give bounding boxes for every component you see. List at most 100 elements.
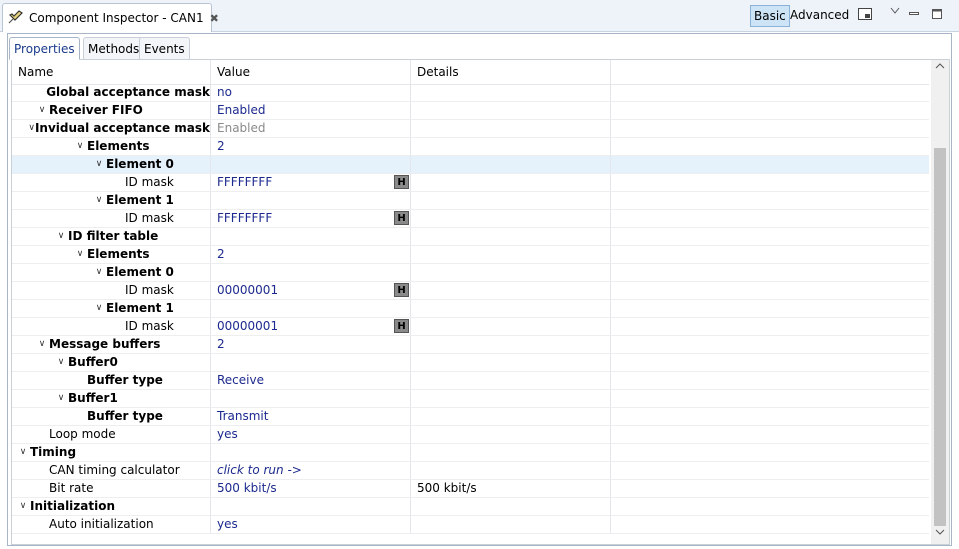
tab-methods[interactable]: Methods bbox=[83, 37, 145, 59]
column-header-name[interactable]: Name bbox=[12, 60, 211, 84]
property-name-cell[interactable]: ∨ Elements bbox=[12, 138, 211, 155]
basic-mode-button[interactable]: Basic bbox=[750, 5, 790, 27]
table-row[interactable]: ∨ Buffer0 bbox=[12, 354, 929, 372]
property-name-cell[interactable]: Buffer type bbox=[12, 408, 211, 425]
property-name-cell[interactable]: ∨ Initialization bbox=[12, 498, 211, 515]
property-name-cell[interactable]: Auto initialization bbox=[12, 516, 211, 533]
table-row[interactable]: ∨ Elements 2 bbox=[12, 138, 929, 156]
property-value-cell[interactable]: Receive bbox=[211, 372, 411, 389]
scrollbar-thumb[interactable] bbox=[934, 148, 946, 526]
table-row[interactable]: ∨ Element 0 bbox=[12, 264, 929, 282]
chevron-down-icon[interactable]: ∨ bbox=[92, 156, 106, 173]
table-row[interactable]: ∨ Initialization bbox=[12, 498, 929, 516]
layout-icon[interactable] bbox=[857, 6, 873, 22]
scroll-down-icon[interactable] bbox=[931, 528, 949, 544]
property-name-cell[interactable]: ∨ Buffer0 bbox=[12, 354, 211, 371]
property-value-cell[interactable]: yes bbox=[211, 516, 411, 533]
table-row[interactable]: ID mask 00000001 H bbox=[12, 282, 929, 300]
view-menu-icon[interactable] bbox=[887, 3, 903, 19]
property-name-cell[interactable]: ∨ Element 1 bbox=[12, 300, 211, 317]
property-value-cell[interactable]: yes bbox=[211, 426, 411, 443]
table-row[interactable]: Global acceptance mask no bbox=[12, 84, 929, 102]
property-value-cell[interactable]: Enabled bbox=[211, 102, 411, 119]
table-row[interactable]: Auto initialization yes bbox=[12, 516, 929, 534]
property-value-cell[interactable]: 2 bbox=[211, 246, 411, 263]
property-value-cell[interactable]: no bbox=[211, 84, 411, 101]
property-name-cell[interactable]: CAN timing calculator bbox=[12, 462, 211, 479]
property-name-cell[interactable]: ∨ ID filter table bbox=[12, 228, 211, 245]
chevron-down-icon[interactable]: ∨ bbox=[92, 264, 106, 281]
table-row[interactable]: ID mask FFFFFFFF H bbox=[12, 174, 929, 192]
vertical-scrollbar[interactable] bbox=[931, 60, 949, 544]
property-name-cell[interactable]: ∨ Elements bbox=[12, 246, 211, 263]
chevron-down-icon[interactable]: ∨ bbox=[73, 138, 87, 155]
chevron-down-icon[interactable]: ∨ bbox=[16, 498, 30, 515]
minimize-icon[interactable] bbox=[906, 6, 922, 22]
property-name-cell[interactable]: Global acceptance mask bbox=[12, 84, 211, 101]
chevron-down-icon[interactable]: ∨ bbox=[73, 246, 87, 263]
property-value-cell[interactable]: click to run -> bbox=[211, 462, 411, 479]
property-name-cell[interactable]: ∨ Element 0 bbox=[12, 264, 211, 281]
property-value-cell[interactable] bbox=[211, 156, 411, 173]
chevron-down-icon[interactable]: ∨ bbox=[16, 444, 30, 461]
hex-format-button[interactable]: H bbox=[394, 283, 409, 297]
chevron-down-icon[interactable]: ∨ bbox=[54, 354, 68, 371]
maximize-icon[interactable] bbox=[929, 6, 945, 22]
table-row[interactable]: Buffer type Transmit bbox=[12, 408, 929, 426]
chevron-down-icon[interactable]: ∨ bbox=[92, 192, 106, 209]
property-value-cell[interactable]: 00000001 H bbox=[211, 282, 411, 299]
chevron-down-icon[interactable]: ∨ bbox=[28, 120, 35, 137]
table-row[interactable]: ID mask 00000001 H bbox=[12, 318, 929, 336]
property-name-cell[interactable]: ID mask bbox=[12, 282, 211, 299]
table-row[interactable]: ∨ Invidual acceptance mask Enabled bbox=[12, 120, 929, 138]
view-tab-component-inspector[interactable]: Component Inspector - CAN1 ✖ bbox=[2, 3, 219, 32]
property-value-cell[interactable] bbox=[211, 228, 411, 245]
table-row[interactable]: ∨ Element 0 bbox=[12, 156, 929, 174]
property-name-cell[interactable]: Buffer type bbox=[12, 372, 211, 389]
tab-properties[interactable]: Properties bbox=[9, 37, 80, 60]
chevron-down-icon[interactable]: ∨ bbox=[92, 300, 106, 317]
property-name-cell[interactable]: ∨ Timing bbox=[12, 444, 211, 461]
hex-format-button[interactable]: H bbox=[394, 211, 409, 225]
property-name-cell[interactable]: ∨ Element 0 bbox=[12, 156, 211, 173]
table-row[interactable]: ∨ ID filter table bbox=[12, 228, 929, 246]
table-row[interactable]: ∨ Element 1 bbox=[12, 192, 929, 210]
table-row[interactable]: ∨ Timing bbox=[12, 444, 929, 462]
property-name-cell[interactable]: ID mask bbox=[12, 318, 211, 335]
property-value-cell[interactable]: Enabled bbox=[211, 120, 411, 137]
property-name-cell[interactable]: ID mask bbox=[12, 174, 211, 191]
property-value-cell[interactable]: 00000001 H bbox=[211, 318, 411, 335]
property-value-cell[interactable] bbox=[211, 444, 411, 461]
property-name-cell[interactable]: ∨ Receiver FIFO bbox=[12, 102, 211, 119]
property-value-cell[interactable]: FFFFFFFF H bbox=[211, 210, 411, 227]
property-value-cell[interactable] bbox=[211, 300, 411, 317]
table-row[interactable]: Buffer type Receive bbox=[12, 372, 929, 390]
chevron-down-icon[interactable]: ∨ bbox=[35, 102, 49, 119]
chevron-down-icon[interactable]: ∨ bbox=[54, 228, 68, 245]
table-row[interactable]: ∨ Elements 2 bbox=[12, 246, 929, 264]
column-header-details[interactable]: Details bbox=[411, 60, 611, 84]
property-name-cell[interactable]: ∨ Message buffers bbox=[12, 336, 211, 353]
property-value-cell[interactable] bbox=[211, 498, 411, 515]
column-header-value[interactable]: Value bbox=[211, 60, 411, 84]
table-row[interactable]: ∨ Receiver FIFO Enabled bbox=[12, 102, 929, 120]
table-row[interactable]: CAN timing calculator click to run -> bbox=[12, 462, 929, 480]
advanced-mode-button[interactable]: Advanced bbox=[787, 5, 852, 25]
property-value-cell[interactable]: 500 kbit/s bbox=[211, 480, 411, 497]
property-value-cell[interactable]: FFFFFFFF H bbox=[211, 174, 411, 191]
property-value-cell[interactable] bbox=[211, 354, 411, 371]
hex-format-button[interactable]: H bbox=[394, 319, 409, 333]
property-value-cell[interactable]: Transmit bbox=[211, 408, 411, 425]
table-row[interactable]: ∨ Element 1 bbox=[12, 300, 929, 318]
property-value-cell[interactable] bbox=[211, 264, 411, 281]
property-name-cell[interactable]: ∨ Buffer1 bbox=[12, 390, 211, 407]
table-row[interactable]: ∨ Message buffers 2 bbox=[12, 336, 929, 354]
table-row[interactable]: Bit rate 500 kbit/s 500 kbit/s bbox=[12, 480, 929, 498]
hex-format-button[interactable]: H bbox=[394, 175, 409, 189]
close-icon[interactable]: ✖ bbox=[210, 12, 219, 25]
chevron-down-icon[interactable]: ∨ bbox=[35, 336, 49, 353]
table-row[interactable]: Loop mode yes bbox=[12, 426, 929, 444]
property-name-cell[interactable]: ID mask bbox=[12, 210, 211, 227]
scroll-up-icon[interactable] bbox=[931, 62, 949, 78]
table-row[interactable]: ID mask FFFFFFFF H bbox=[12, 210, 929, 228]
